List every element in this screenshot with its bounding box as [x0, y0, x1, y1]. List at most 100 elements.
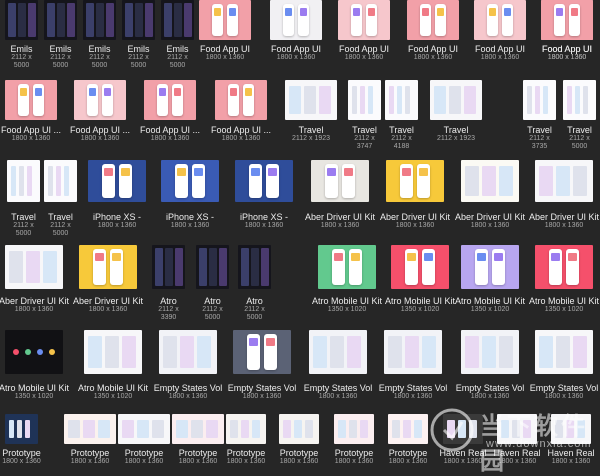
thumbnail-item[interactable]: iPhone XS -1800 x 1360 — [235, 160, 293, 234]
thumbnail-item[interactable]: Prototype 1800 x 1360 — [388, 414, 428, 470]
thumbnail-image[interactable] — [161, 160, 219, 202]
thumbnail-image[interactable] — [563, 80, 596, 120]
thumbnail-item[interactable]: Aber Driver UI Kit 1800 x 1360 — [380, 160, 450, 234]
thumbnail-item[interactable]: Empty States Vol 1800 x 1360 — [530, 330, 598, 405]
thumbnail-image[interactable] — [152, 245, 185, 289]
thumbnail-image[interactable] — [384, 330, 442, 374]
thumbnail-item[interactable]: Prototype 1800 x 1360 — [64, 414, 116, 470]
thumbnail-image[interactable] — [348, 80, 381, 120]
thumbnail-item[interactable]: Travel 2112 x 4188 — [385, 80, 418, 150]
thumbnail-image[interactable] — [233, 330, 291, 374]
thumbnail-item[interactable]: Food App UI ... 1800 x 1360 — [70, 80, 130, 147]
thumbnail-item[interactable]: Food App UI 1800 x 1360 — [199, 0, 251, 66]
thumbnail-image[interactable] — [199, 0, 251, 40]
thumbnail-image[interactable] — [318, 245, 376, 289]
thumbnail-item[interactable]: Empty States Vol 1800 x 1360 — [228, 330, 296, 405]
thumbnail-item[interactable]: Atro Mobile UI Kit 1350 x 1020 — [385, 245, 455, 318]
thumbnail-item[interactable]: iPhone XS -1800 x 1360 — [161, 160, 219, 234]
thumbnail-image[interactable] — [196, 245, 229, 289]
thumbnail-image[interactable] — [5, 414, 38, 444]
thumbnail-image[interactable] — [285, 80, 337, 120]
thumbnail-item[interactable]: Emils 2112 x 5000 — [44, 0, 77, 69]
thumbnail-item[interactable]: Atro Mobile UI Kit 1350 x 1020 — [0, 330, 69, 405]
thumbnail-image[interactable] — [79, 245, 137, 289]
thumbnail-item[interactable]: Travel 2112 x 5000 — [7, 160, 40, 237]
thumbnail-item[interactable]: Food App UI 1800 x 1360 — [407, 0, 459, 66]
thumbnail-item[interactable]: Atro 2112 x 5000 — [196, 245, 229, 321]
thumbnail-image[interactable] — [74, 80, 126, 120]
thumbnail-image[interactable] — [385, 80, 418, 120]
thumbnail-image[interactable] — [84, 330, 142, 374]
thumbnail-item[interactable]: Atro Mobile UI Kit 1350 x 1020 — [455, 245, 525, 318]
thumbnail-image[interactable] — [118, 414, 170, 444]
thumbnail-item[interactable]: Atro 2112 x 5000 — [238, 245, 271, 321]
thumbnail-item[interactable]: Food App UI ... 1800 x 1360 — [1, 80, 61, 147]
thumbnail-image[interactable] — [64, 414, 116, 444]
thumbnail-item[interactable]: Travel 2112 x 1923 — [285, 80, 337, 147]
thumbnail-image[interactable] — [279, 414, 319, 444]
thumbnail-image[interactable] — [235, 160, 293, 202]
thumbnail-item[interactable]: Emils 2112 x 5000 — [161, 0, 194, 69]
thumbnail-item[interactable]: Aber Driver UI Kit 1800 x 1360 — [73, 245, 143, 318]
thumbnail-item[interactable]: Food App UI 1800 x 1360 — [541, 0, 593, 66]
thumbnail-image[interactable] — [334, 414, 374, 444]
thumbnail-item[interactable]: Aber Driver UI Kit 1800 x 1360 — [529, 160, 599, 234]
thumbnail-image[interactable] — [535, 160, 593, 202]
thumbnail-item[interactable]: Prototype 1800 x 1360 — [226, 414, 266, 470]
thumbnail-item[interactable]: Atro 2112 x 3390 — [152, 245, 185, 321]
thumbnail-item[interactable]: Empty States Vol 1800 x 1360 — [304, 330, 372, 405]
thumbnail-image[interactable] — [5, 330, 63, 374]
thumbnail-image[interactable] — [159, 330, 217, 374]
thumbnail-item[interactable]: Aber Driver UI Kit 1800 x 1360 — [0, 245, 69, 318]
thumbnail-item[interactable]: Prototype 1800 x 1360 — [279, 414, 319, 470]
thumbnail-image[interactable] — [474, 0, 526, 40]
thumbnail-item[interactable]: Empty States Vol 1800 x 1360 — [456, 330, 524, 405]
thumbnail-item[interactable]: Food App UI 1800 x 1360 — [270, 0, 322, 66]
thumbnail-item[interactable]: Aber Driver UI Kit 1800 x 1360 — [455, 160, 525, 234]
thumbnail-item[interactable]: Travel 2112 x 3747 — [348, 80, 381, 150]
thumbnail-item[interactable]: Emils 2112 x 5000 — [5, 0, 38, 69]
thumbnail-item[interactable]: Food App UI 1800 x 1360 — [338, 0, 390, 66]
thumbnail-image[interactable] — [391, 245, 449, 289]
thumbnail-item[interactable]: Prototype 1800 x 1360 — [118, 414, 170, 470]
thumbnail-item[interactable]: Atro Mobile UI Kit 1350 x 1020 — [312, 245, 382, 318]
thumbnail-image[interactable] — [338, 0, 390, 40]
thumbnail-image[interactable] — [83, 0, 116, 40]
thumbnail-image[interactable] — [7, 160, 40, 202]
thumbnail-image[interactable] — [144, 80, 196, 120]
thumbnail-item[interactable]: Travel 2112 x 3735 — [523, 80, 556, 150]
thumbnail-item[interactable]: Aber Driver UI Kit 1800 x 1360 — [305, 160, 375, 234]
thumbnail-item[interactable]: Travel 2112 x 1923 — [430, 80, 482, 147]
thumbnail-image[interactable] — [226, 414, 266, 444]
thumbnail-image[interactable] — [461, 160, 519, 202]
thumbnail-item[interactable]: Emils 2112 x 5000 — [83, 0, 116, 69]
thumbnail-item[interactable]: Food App UI ... 1800 x 1360 — [211, 80, 271, 147]
thumbnail-item[interactable]: Atro Mobile UI Kit 1350 x 1020 — [78, 330, 148, 405]
thumbnail-item[interactable]: Prototype 1800 x 1360 — [2, 414, 41, 470]
thumbnail-image[interactable] — [461, 245, 519, 289]
thumbnail-image[interactable] — [238, 245, 271, 289]
thumbnail-item[interactable]: Prototype 1800 x 1360 — [334, 414, 374, 470]
thumbnail-image[interactable] — [430, 80, 482, 120]
thumbnail-image[interactable] — [44, 160, 77, 202]
thumbnail-item[interactable]: Empty States Vol 1800 x 1360 — [154, 330, 222, 405]
thumbnail-image[interactable] — [161, 0, 194, 40]
thumbnail-image[interactable] — [270, 0, 322, 40]
thumbnail-image[interactable] — [311, 160, 369, 202]
thumbnail-image[interactable] — [5, 245, 63, 289]
thumbnail-image[interactable] — [388, 414, 428, 444]
thumbnail-item[interactable]: Prototype 1800 x 1360 — [172, 414, 224, 470]
thumbnail-item[interactable]: Travel 2112 x 5000 — [563, 80, 596, 150]
thumbnail-image[interactable] — [5, 80, 57, 120]
thumbnail-item[interactable]: Atro Mobile UI Kit 1350 x 1020 — [529, 245, 599, 318]
thumbnail-item[interactable]: Food App UI ... 1800 x 1360 — [140, 80, 200, 147]
thumbnail-item[interactable]: Travel 2112 x 5000 — [44, 160, 77, 237]
thumbnail-image[interactable] — [535, 245, 593, 289]
thumbnail-image[interactable] — [88, 160, 146, 202]
thumbnail-image[interactable] — [535, 330, 593, 374]
thumbnail-image[interactable] — [541, 0, 593, 40]
thumbnail-item[interactable]: Food App UI 1800 x 1360 — [474, 0, 526, 66]
thumbnail-image[interactable] — [172, 414, 224, 444]
thumbnail-image[interactable] — [407, 0, 459, 40]
thumbnail-image[interactable] — [215, 80, 267, 120]
